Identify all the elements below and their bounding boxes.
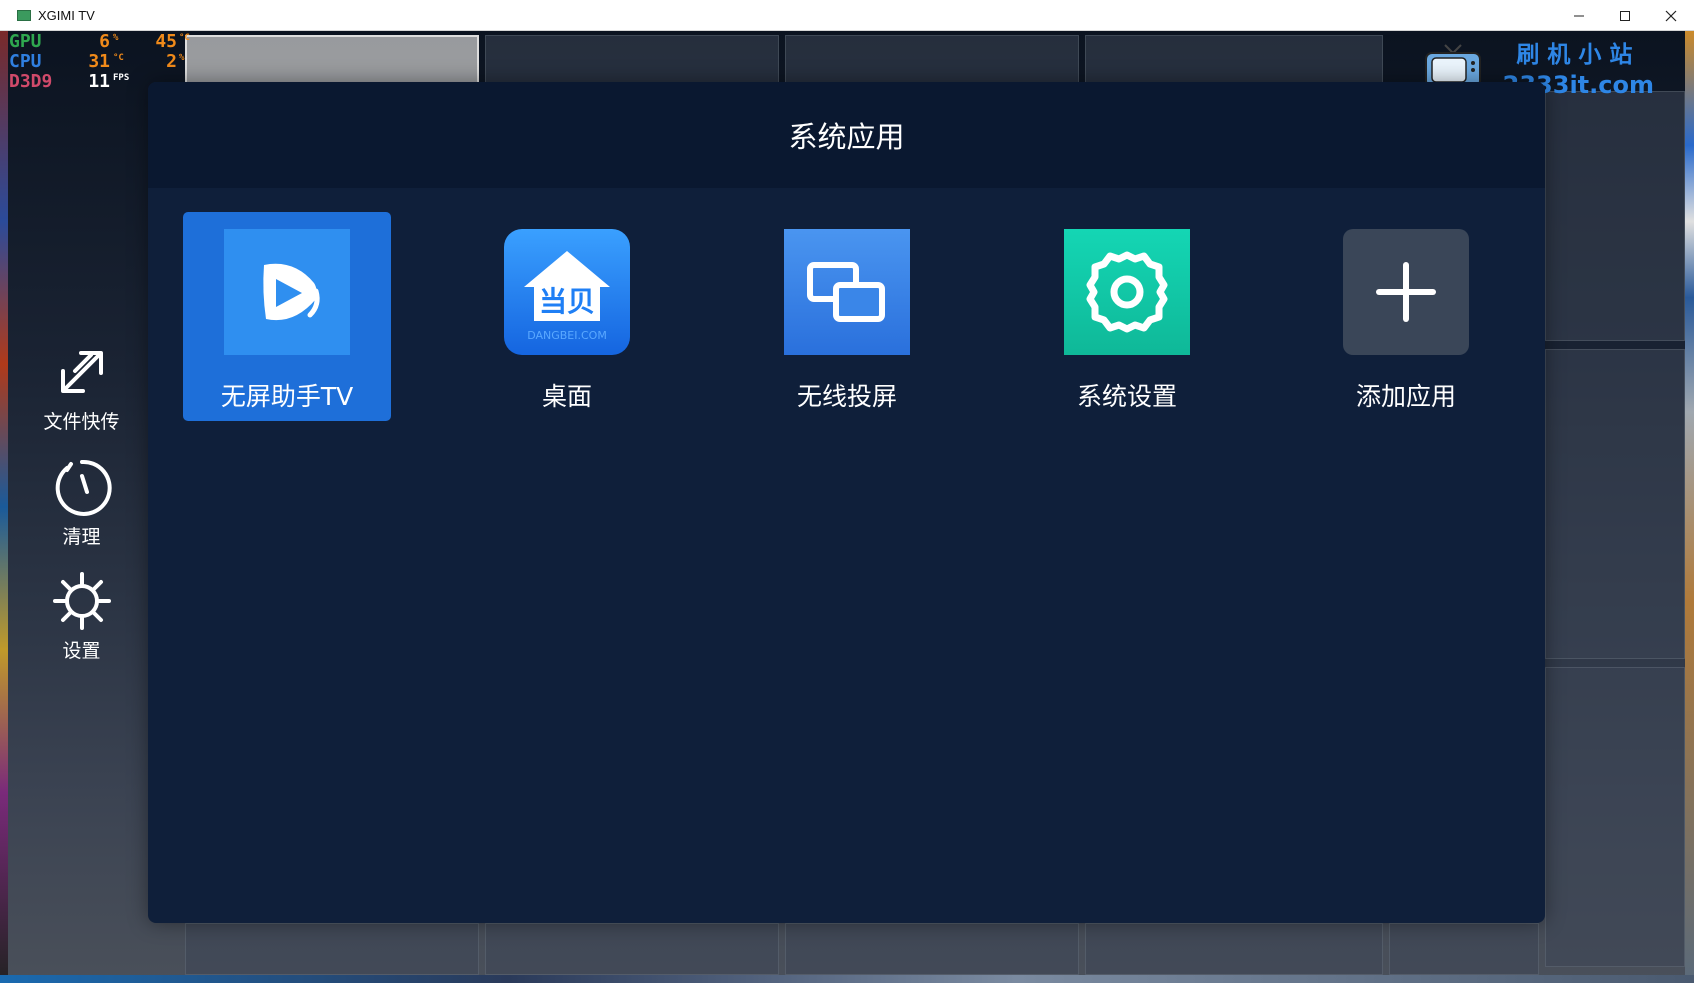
app-label: 无屏助手TV [220,382,354,411]
background-tile [1545,349,1685,659]
gear-icon [52,572,111,630]
osd-fps-unit: FPS [113,73,130,83]
osd-cpu-label: CPU [9,51,42,72]
plus-icon [1376,262,1436,322]
app-label: 桌面 [541,382,592,411]
settings-gear-icon [1086,251,1168,333]
file-transfer-icon [60,351,103,393]
play-icon [263,263,320,321]
app-icon [784,229,910,355]
background-tile [1085,923,1383,975]
dialog-header: 系统应用 [148,82,1545,188]
app-tile-screenless-assistant[interactable]: 无屏助手TV [183,212,391,421]
osd-cpu-usage: 2 [166,51,177,72]
close-button[interactable] [1648,0,1694,31]
maximize-icon [1620,10,1630,21]
desktop-edge-right [1685,31,1694,983]
sidebar-item-label: 设置 [62,640,101,662]
osd-cpu-temp-unit: °C [113,53,124,63]
maximize-button[interactable] [1602,0,1648,31]
osd-cpu-temp: 31 [88,51,110,72]
dangbei-logo-subtext: DANGBEI.COM [527,329,607,342]
app-icon [224,229,350,355]
app-label: 无线投屏 [796,382,897,411]
clean-timer-icon [55,459,112,516]
app-icon [1343,229,1469,355]
osd-cpu-usage-unit: % [179,53,185,63]
window-controls [1556,0,1694,31]
background-tile [785,923,1079,975]
app-tile-add-app[interactable]: 添加应用 [1302,212,1510,421]
osd-fps: 11 [88,71,110,92]
background-tile [1545,91,1685,341]
watermark-title: 刷机小站 [1516,42,1641,68]
osd-gpu-temp-unit: °C [179,33,190,43]
app-icon [1064,229,1190,355]
background-tile [1389,923,1539,975]
screen-mirror-icon [807,262,885,322]
osd-gpu-label: GPU [9,31,42,52]
sidebar-item-settings[interactable]: 设置 [30,570,133,663]
dangbei-house-icon: 当贝 DANGBEI.COM [524,251,610,342]
background-tile [485,923,779,975]
close-icon [1665,10,1677,21]
desktop-edge-bottom [0,975,1694,983]
osd-api-label: D3D9 [9,71,53,92]
sidebar-item-label: 文件快传 [43,411,120,433]
dangbei-logo-text: 当贝 [539,285,595,318]
system-apps-dialog: 系统应用 无屏助手TV 当贝 DANGBEI.COM 桌面 无线投屏 系统设置 … [148,82,1545,923]
dialog-title: 系统应用 [788,120,905,154]
minimize-icon [1574,15,1584,16]
app-icon: 当贝 DANGBEI.COM [504,229,630,355]
app-tile-system-settings[interactable]: 系统设置 [1023,212,1231,421]
osd-gpu-temp: 45 [155,31,177,52]
app-tile-wireless-projection[interactable]: 无线投屏 [743,212,951,421]
window-titlebar: XGIMI TV [0,0,1694,31]
app-tile-desktop[interactable]: 当贝 DANGBEI.COM 桌面 [463,212,671,421]
window-title: XGIMI TV [38,7,95,23]
sidebar-item-clean[interactable]: 清理 [30,456,133,549]
sidebar-item-file-transfer[interactable]: 文件快传 [30,341,133,434]
osd-gpu-usage-unit: % [113,33,119,43]
osd-gpu-usage: 6 [99,31,110,52]
desktop-edge-left [0,31,8,983]
tv-screen: GPU 6 % 45 °C CPU 31 °C 2 % D3D9 11 FPS [0,31,1694,983]
app-label: 添加应用 [1355,382,1456,411]
background-tile [185,923,479,975]
minimize-button[interactable] [1556,0,1602,31]
app-label: 系统设置 [1076,382,1177,411]
background-tile [1545,667,1685,967]
sidebar-item-label: 清理 [62,526,101,548]
app-window-icon [17,9,31,21]
